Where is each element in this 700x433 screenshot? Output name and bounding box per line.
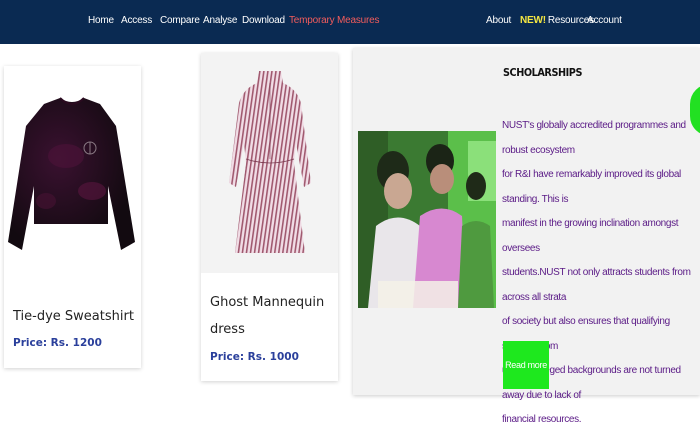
nav-compare[interactable]: Compare xyxy=(160,15,200,26)
product-price: Price: Rs. 1200 xyxy=(13,337,102,349)
new-badge: NEW! xyxy=(520,15,546,26)
description-line: NUST's globally accredited programmes an… xyxy=(502,120,686,156)
nav-analyse[interactable]: Analyse xyxy=(203,15,237,26)
nav-about[interactable]: About xyxy=(486,15,511,26)
read-more-button[interactable]: Read more xyxy=(503,341,549,389)
description-line: for R&I have remarkably improved its glo… xyxy=(502,169,681,205)
students-image xyxy=(358,131,496,308)
sweatshirt-image xyxy=(8,97,135,250)
product-card[interactable]: Ghost Mannequin dress Price: Rs. 1000 xyxy=(201,53,338,381)
product-title-line-1: Ghost Mannequin xyxy=(210,295,325,310)
description-line: manifest in the growing inclination amon… xyxy=(502,218,679,254)
scholarships-panel: SCHOLARSHIPS NUST's globally accredited … xyxy=(353,48,700,425)
top-navbar: Home Access Compare Analyse Download Tem… xyxy=(0,0,700,44)
dress-image xyxy=(229,71,311,253)
nav-home[interactable]: Home xyxy=(88,15,114,26)
nav-download[interactable]: Download xyxy=(242,15,285,26)
product-title[interactable]: Tie-dye Sweatshirt xyxy=(13,303,134,330)
product-title[interactable]: Ghost Mannequin dress xyxy=(210,289,324,343)
students-photo xyxy=(358,131,496,308)
product-image-sweatshirt[interactable] xyxy=(4,66,141,266)
nav-resources[interactable]: NEW! Resources xyxy=(520,15,594,26)
nav-temporary-measures[interactable]: Temporary Measures xyxy=(289,15,380,26)
description-line: students.NUST not only attracts students… xyxy=(502,267,691,303)
product-title-line-2: dress xyxy=(210,322,245,337)
nav-access[interactable]: Access xyxy=(121,15,152,26)
nav-account[interactable]: Account xyxy=(587,15,622,26)
product-card[interactable]: Tie-dye Sweatshirt Price: Rs. 1200 xyxy=(4,66,141,368)
product-price: Price: Rs. 1000 xyxy=(210,351,299,363)
product-image-dress[interactable] xyxy=(201,53,338,273)
description-line: financial resources. xyxy=(502,414,582,425)
scholarships-title: SCHOLARSHIPS xyxy=(503,66,582,79)
